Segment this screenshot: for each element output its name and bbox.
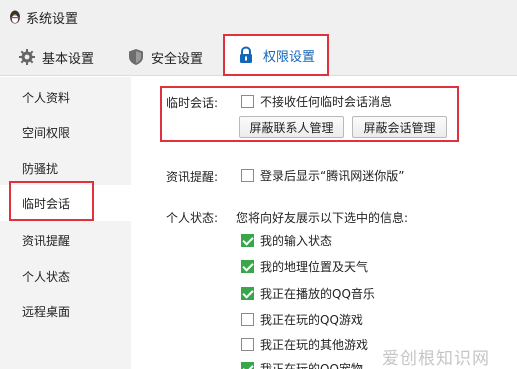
tab-security-settings[interactable]: 安全设置 — [127, 40, 203, 74]
sidebar-item-profile[interactable]: 个人资料 — [0, 79, 131, 115]
sidebar-item-label: 资讯提醒 — [22, 233, 71, 248]
show-mini-news-option[interactable]: 登录后显示“腾讯网迷你版” — [241, 167, 404, 184]
status-option-checkbox[interactable] — [241, 338, 254, 351]
status-option-location[interactable]: 我的地理位置及天气 — [241, 258, 368, 275]
status-option-checkbox[interactable] — [241, 260, 254, 273]
show-mini-news-checkbox[interactable] — [241, 169, 254, 182]
status-option-label: 我的输入状态 — [260, 234, 333, 248]
sidebar-item-news-reminder[interactable]: 资讯提醒 — [0, 222, 131, 258]
block-session-button[interactable]: 屏蔽会话管理 — [352, 116, 447, 138]
news-label: 资讯提醒: — [166, 170, 219, 184]
tab-permission-settings[interactable]: 权限设置 — [223, 34, 330, 76]
status-option-label: 我的地理位置及天气 — [260, 260, 369, 274]
status-option-label: 我正在玩的其他游戏 — [260, 338, 369, 352]
sidebar-item-label: 远程桌面 — [22, 304, 71, 319]
no-temp-msg-option[interactable]: 不接收任何临时会话消息 — [241, 93, 392, 110]
sidebar-item-label: 防骚扰 — [22, 161, 59, 176]
status-option-qq-music[interactable]: 我正在播放的QQ音乐 — [241, 285, 375, 302]
tab-basic-label: 基本设置 — [42, 51, 95, 67]
status-label: 个人状态: — [166, 211, 219, 225]
status-option-checkbox[interactable] — [241, 287, 254, 300]
no-temp-msg-checkbox[interactable] — [241, 95, 254, 108]
status-option-other-game[interactable]: 我正在玩的其他游戏 — [241, 336, 368, 353]
sidebar-item-temp-session[interactable]: 临时会话 — [0, 185, 131, 221]
tab-permission-label: 权限设置 — [263, 49, 316, 65]
sidebar-item-personal-status[interactable]: 个人状态 — [0, 258, 131, 294]
status-option-label: 我正在玩的QQ宠物 — [260, 362, 363, 369]
tab-basic-settings[interactable]: 基本设置 — [18, 40, 94, 74]
tab-security-label: 安全设置 — [151, 51, 204, 67]
temp-session-label: 临时会话: — [166, 96, 219, 110]
qq-penguin-icon — [10, 10, 20, 24]
tab-bar: 基本设置 安全设置 权限设置 — [0, 34, 517, 76]
sidebar: 个人资料 空间权限 防骚扰 临时会话 资讯提醒 个人状态 远程桌面 — [0, 77, 131, 369]
no-temp-msg-label: 不接收任何临时会话消息 — [260, 95, 393, 109]
status-option-qq-pet[interactable]: 我正在玩的QQ宠物 — [241, 360, 363, 369]
sidebar-item-space-permission[interactable]: 空间权限 — [0, 114, 131, 150]
block-contacts-button[interactable]: 屏蔽联系人管理 — [239, 116, 344, 138]
title-bar: 系统设置 — [0, 0, 517, 34]
status-description: 您将向好友展示以下选中的信息: — [236, 211, 409, 225]
window-title: 系统设置 — [26, 11, 79, 27]
sidebar-item-remote-desktop[interactable]: 远程桌面 — [0, 293, 131, 329]
sidebar-item-label: 个人状态 — [22, 269, 71, 284]
status-option-typing[interactable]: 我的输入状态 — [241, 232, 332, 249]
status-option-checkbox[interactable] — [241, 234, 254, 247]
shield-icon — [129, 49, 143, 65]
sidebar-item-label: 临时会话 — [22, 196, 71, 211]
gear-icon — [19, 49, 35, 65]
sidebar-item-label: 个人资料 — [22, 90, 71, 105]
watermark: 爱创根知识网 — [382, 349, 490, 369]
sidebar-item-label: 空间权限 — [22, 125, 71, 140]
status-option-qq-game[interactable]: 我正在玩的QQ游戏 — [241, 311, 363, 328]
show-mini-news-label: 登录后显示“腾讯网迷你版” — [260, 169, 405, 183]
status-option-checkbox[interactable] — [241, 313, 254, 326]
sidebar-item-anti-harassment[interactable]: 防骚扰 — [0, 150, 131, 186]
lock-icon — [240, 46, 252, 63]
status-option-label: 我正在玩的QQ游戏 — [260, 313, 363, 327]
status-option-checkbox[interactable] — [241, 362, 254, 369]
status-option-label: 我正在播放的QQ音乐 — [260, 287, 375, 301]
